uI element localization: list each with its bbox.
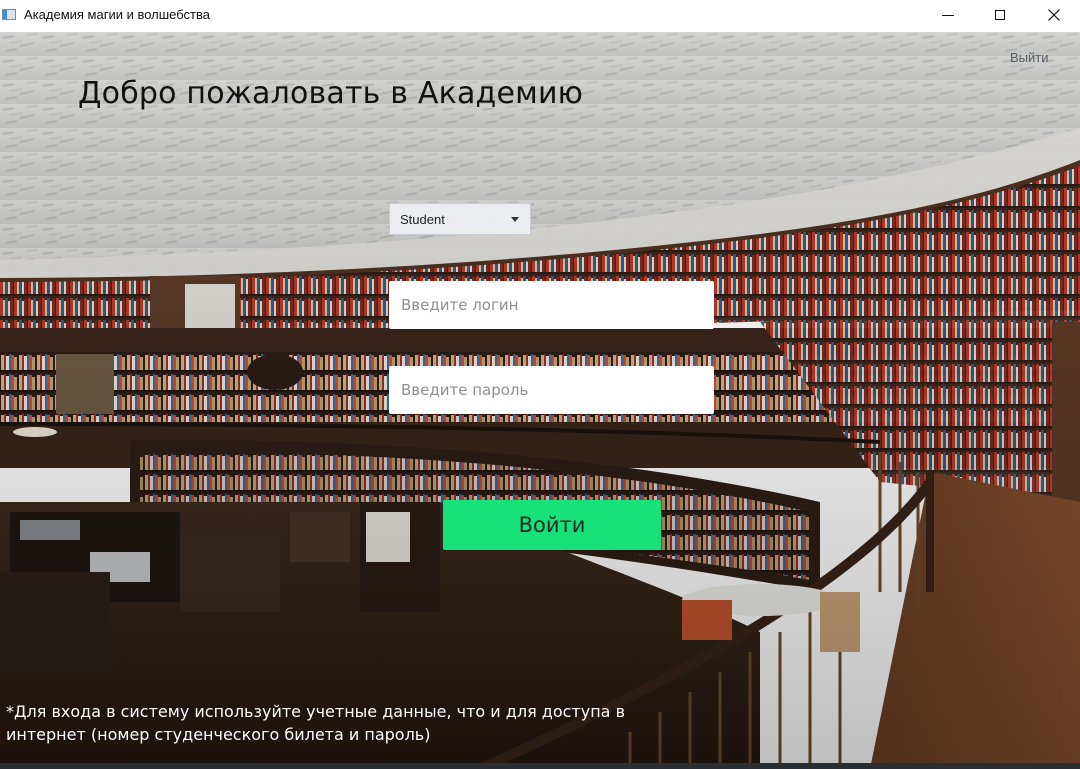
chevron-down-icon — [511, 217, 519, 222]
maximize-button[interactable] — [977, 0, 1023, 30]
role-select-value: Student — [400, 211, 445, 227]
window-title: Академия магии и волшебства — [24, 7, 211, 22]
maximize-icon — [995, 10, 1005, 20]
login-hint-line-2: интернет (номер студенческого билета и п… — [6, 725, 431, 744]
bottom-edge — [0, 763, 1080, 769]
app-window: Академия магии и волшебства Выйти Добро … — [0, 0, 1080, 769]
password-input[interactable] — [389, 366, 714, 414]
minimize-icon — [942, 14, 954, 16]
title-bar[interactable]: Академия магии и волшебства — [0, 0, 1080, 32]
role-select[interactable]: Student — [389, 203, 531, 235]
close-icon — [1048, 9, 1060, 21]
minimize-button[interactable] — [925, 0, 971, 30]
login-screen: Выйти Добро пожаловать в Академию Studen… — [0, 32, 1080, 769]
logout-link[interactable]: Выйти — [1010, 50, 1049, 65]
close-button[interactable] — [1031, 0, 1077, 30]
login-input[interactable] — [389, 281, 714, 329]
app-window-icon — [2, 9, 16, 20]
login-hint-line-1: *Для входа в систему используйте учетные… — [6, 702, 625, 721]
welcome-title: Добро пожаловать в Академию — [78, 76, 584, 111]
login-button[interactable]: Войти — [443, 500, 661, 550]
login-hint: *Для входа в систему используйте учетные… — [6, 700, 646, 746]
